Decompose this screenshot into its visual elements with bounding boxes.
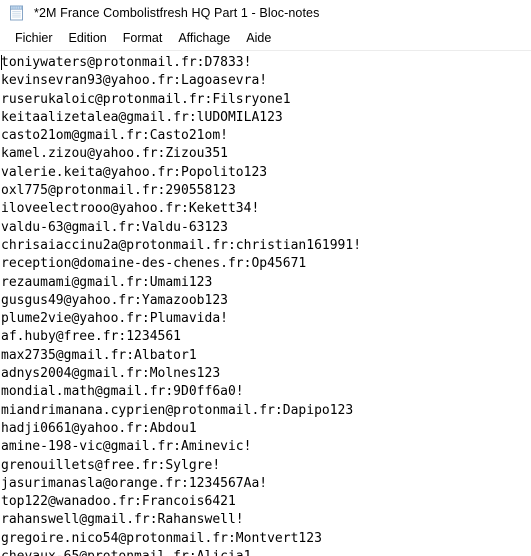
text-line[interactable]: gusgus49@yahoo.fr:Yamazoob123 [1,292,531,310]
text-line[interactable]: rezaumami@gmail.fr:Umami123 [1,274,531,292]
text-line[interactable]: gregoire.nico54@protonmail.fr:Montvert12… [1,530,531,548]
text-line[interactable]: jasurimanasla@orange.fr:1234567Aa! [1,475,531,493]
text-line[interactable]: max2735@gmail.fr:Albator1 [1,347,531,365]
text-line[interactable]: casto21om@gmail.fr:Casto21om! [1,127,531,145]
text-line[interactable]: plume2vie@yahoo.fr:Plumavida! [1,310,531,328]
text-line[interactable]: keitaalizetalea@gmail.fr:lUDOMILA123 [1,109,531,127]
text-line[interactable]: hadji0661@yahoo.fr:Abdou1 [1,420,531,438]
text-line[interactable]: toniywaters@protonmail.fr:D7833! [1,54,531,72]
menu-bar: Fichier Edition Format Affichage Aide [0,26,531,51]
notepad-window: *2M France Combolistfresh HQ Part 1 - Bl… [0,0,531,556]
text-line[interactable]: kamel.zizou@yahoo.fr:Zizou351 [1,145,531,163]
text-line[interactable]: adnys2004@gmail.fr:Molnes123 [1,365,531,383]
text-line[interactable]: chevaux-65@protonmail.fr:Alicia1 [1,548,531,556]
text-line[interactable]: kevinsevran93@yahoo.fr:Lagoasevra! [1,72,531,90]
text-line[interactable]: amine-198-vic@gmail.fr:Aminevic! [1,438,531,456]
menu-item-format[interactable]: Format [115,28,171,48]
text-line[interactable]: miandrimanana.cyprien@protonmail.fr:Dapi… [1,402,531,420]
text-line[interactable]: chrisaiaccinu2a@protonmail.fr:christian1… [1,237,531,255]
text-line[interactable]: top122@wanadoo.fr:Francois6421 [1,493,531,511]
text-line[interactable]: reception@domaine-des-chenes.fr:Op45671 [1,255,531,273]
menu-item-edition[interactable]: Edition [61,28,115,48]
menu-item-fichier[interactable]: Fichier [7,28,61,48]
text-line[interactable]: valerie.keita@yahoo.fr:Popolito123 [1,164,531,182]
title-bar[interactable]: *2M France Combolistfresh HQ Part 1 - Bl… [0,0,531,26]
menu-item-affichage[interactable]: Affichage [170,28,238,48]
text-line[interactable]: af.huby@free.fr:1234561 [1,328,531,346]
text-line[interactable]: grenouillets@free.fr:Sylgre! [1,457,531,475]
text-line[interactable]: ruserukaloic@protonmail.fr:Filsryone1 [1,91,531,109]
text-line[interactable]: valdu-63@gmail.fr:Valdu-63123 [1,219,531,237]
text-line[interactable]: rahanswell@gmail.fr:Rahanswell! [1,511,531,529]
menu-item-aide[interactable]: Aide [238,28,279,48]
text-editor-area[interactable]: toniywaters@protonmail.fr:D7833! kevinsev… [0,51,531,556]
text-line[interactable]: mondial.math@gmail.fr:9D0ff6a0! [1,383,531,401]
text-line[interactable]: iloveelectrooo@yahoo.fr:Kekett34! [1,200,531,218]
text-content[interactable]: toniywaters@protonmail.fr:D7833! kevinsev… [1,54,531,556]
window-title: *2M France Combolistfresh HQ Part 1 - Bl… [34,6,320,20]
notepad-icon [10,5,23,21]
text-line[interactable]: oxl775@protonmail.fr:290558123 [1,182,531,200]
